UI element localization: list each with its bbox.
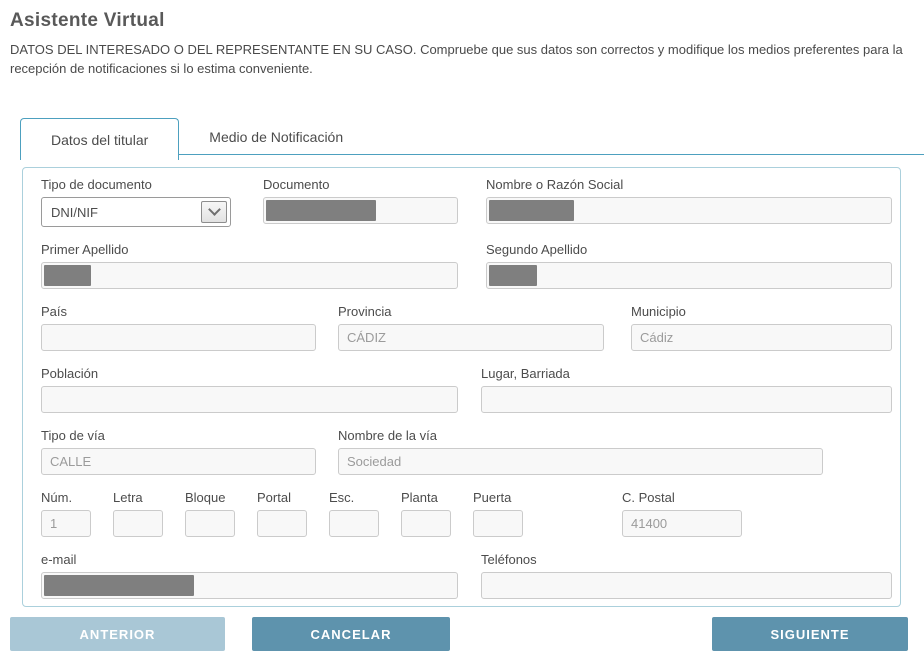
c-postal-label: C. Postal xyxy=(622,490,742,505)
segundo-apellido-input[interactable] xyxy=(486,262,892,289)
documento-label: Documento xyxy=(263,177,458,192)
puerta-input[interactable] xyxy=(473,510,523,537)
municipio-label: Municipio xyxy=(631,304,892,319)
form-row-5: Tipo de vía Nombre de la vía xyxy=(41,428,892,475)
poblacion-field: Población xyxy=(41,366,458,413)
chevron-down-icon[interactable] xyxy=(201,201,227,223)
esc-input[interactable] xyxy=(329,510,379,537)
municipio-input[interactable] xyxy=(631,324,892,351)
nombre-razon-social-field: Nombre o Razón Social xyxy=(486,177,892,224)
esc-label: Esc. xyxy=(329,490,379,505)
telefonos-field: Teléfonos xyxy=(481,552,892,599)
redaction-block xyxy=(489,265,537,286)
num-input[interactable] xyxy=(41,510,91,537)
form-row-1: Tipo de documento DNI/NIF Documento Nomb… xyxy=(41,177,892,227)
tipo-documento-selected-value: DNI/NIF xyxy=(51,205,98,220)
segundo-apellido-field: Segundo Apellido xyxy=(486,242,892,289)
email-label: e-mail xyxy=(41,552,458,567)
provincia-input[interactable] xyxy=(338,324,604,351)
tipo-documento-select[interactable]: DNI/NIF xyxy=(41,197,231,227)
tab-datos-del-titular[interactable]: Datos del titular xyxy=(20,118,179,160)
redaction-block xyxy=(266,200,376,221)
anterior-button[interactable]: ANTERIOR xyxy=(10,617,225,651)
tipo-via-field: Tipo de vía xyxy=(41,428,316,475)
form-row-2: Primer Apellido Segundo Apellido xyxy=(41,242,892,289)
tab-label: Datos del titular xyxy=(51,132,148,148)
provincia-label: Provincia xyxy=(338,304,604,319)
puerta-field: Puerta xyxy=(473,490,523,537)
portal-label: Portal xyxy=(257,490,307,505)
tipo-via-input[interactable] xyxy=(41,448,316,475)
titular-form-panel: Tipo de documento DNI/NIF Documento Nomb… xyxy=(22,167,901,607)
poblacion-input[interactable] xyxy=(41,386,458,413)
redaction-block xyxy=(44,575,194,596)
form-row-4: Población Lugar, Barriada xyxy=(41,366,892,413)
primer-apellido-input[interactable] xyxy=(41,262,458,289)
form-row-3: País Provincia Municipio xyxy=(41,304,892,351)
c-postal-field: C. Postal xyxy=(622,490,742,537)
redaction-block xyxy=(44,265,91,286)
nombre-razon-social-input[interactable] xyxy=(486,197,892,224)
nombre-via-field: Nombre de la vía xyxy=(338,428,823,475)
bloque-field: Bloque xyxy=(185,490,235,537)
poblacion-label: Población xyxy=(41,366,458,381)
asistente-virtual-page: Asistente Virtual DATOS DEL INTERESADO O… xyxy=(0,0,924,663)
bloque-label: Bloque xyxy=(185,490,235,505)
form-row-7: e-mail Teléfonos xyxy=(41,552,892,599)
page-description: DATOS DEL INTERESADO O DEL REPRESENTANTE… xyxy=(10,40,916,78)
siguiente-button[interactable]: SIGUIENTE xyxy=(712,617,908,651)
cancelar-button[interactable]: CANCELAR xyxy=(252,617,450,651)
provincia-field: Provincia xyxy=(338,304,604,351)
municipio-field: Municipio xyxy=(631,304,892,351)
num-field: Núm. xyxy=(41,490,91,537)
pais-input[interactable] xyxy=(41,324,316,351)
telefonos-input[interactable] xyxy=(481,572,892,599)
puerta-label: Puerta xyxy=(473,490,523,505)
primer-apellido-field: Primer Apellido xyxy=(41,242,458,289)
letra-label: Letra xyxy=(113,490,163,505)
page-title: Asistente Virtual xyxy=(10,10,165,32)
email-field: e-mail xyxy=(41,552,458,599)
tab-bar: Datos del titular Medio de Notificación xyxy=(20,118,924,155)
tab-medio-de-notificacion[interactable]: Medio de Notificación xyxy=(179,118,373,154)
form-row-6: Núm. Letra Bloque Portal Esc. Planta xyxy=(41,490,892,537)
lugar-barriada-field: Lugar, Barriada xyxy=(481,366,892,413)
tipo-documento-field: Tipo de documento DNI/NIF xyxy=(41,177,231,227)
planta-label: Planta xyxy=(401,490,451,505)
tipo-documento-label: Tipo de documento xyxy=(41,177,231,192)
primer-apellido-label: Primer Apellido xyxy=(41,242,458,257)
nombre-via-input[interactable] xyxy=(338,448,823,475)
segundo-apellido-label: Segundo Apellido xyxy=(486,242,892,257)
portal-field: Portal xyxy=(257,490,307,537)
pais-field: País xyxy=(41,304,316,351)
tab-label: Medio de Notificación xyxy=(209,129,343,145)
planta-field: Planta xyxy=(401,490,451,537)
num-label: Núm. xyxy=(41,490,91,505)
tipo-via-label: Tipo de vía xyxy=(41,428,316,443)
documento-field: Documento xyxy=(263,177,458,224)
telefonos-label: Teléfonos xyxy=(481,552,892,567)
nombre-razon-social-label: Nombre o Razón Social xyxy=(486,177,892,192)
letra-input[interactable] xyxy=(113,510,163,537)
redaction-block xyxy=(489,200,574,221)
bloque-input[interactable] xyxy=(185,510,235,537)
nombre-via-label: Nombre de la vía xyxy=(338,428,823,443)
esc-field: Esc. xyxy=(329,490,379,537)
lugar-barriada-input[interactable] xyxy=(481,386,892,413)
planta-input[interactable] xyxy=(401,510,451,537)
documento-input[interactable] xyxy=(263,197,458,224)
letra-field: Letra xyxy=(113,490,163,537)
lugar-barriada-label: Lugar, Barriada xyxy=(481,366,892,381)
footer-button-bar: ANTERIOR CANCELAR SIGUIENTE xyxy=(0,617,924,651)
pais-label: País xyxy=(41,304,316,319)
portal-input[interactable] xyxy=(257,510,307,537)
c-postal-input[interactable] xyxy=(622,510,742,537)
email-input[interactable] xyxy=(41,572,458,599)
